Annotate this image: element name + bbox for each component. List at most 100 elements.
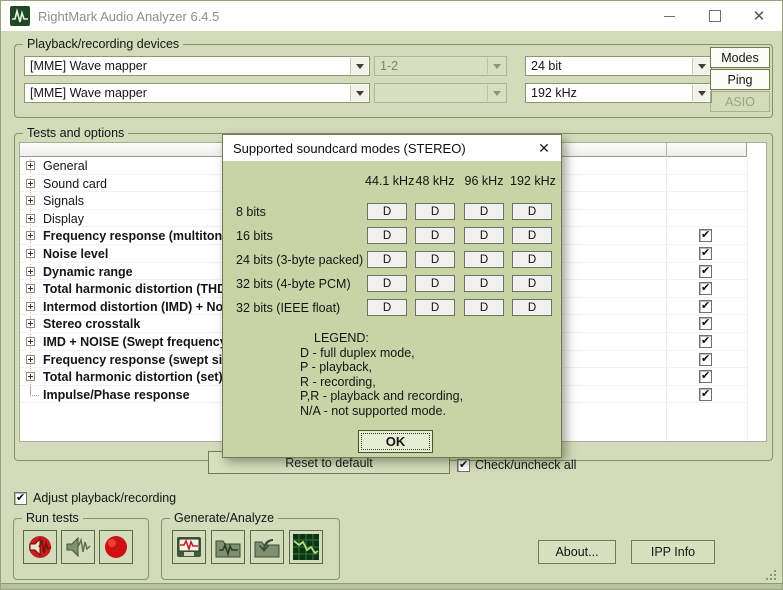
modes-button[interactable]: Modes: [710, 47, 770, 68]
legend-line: LEGEND:: [314, 331, 369, 345]
mode-cell-button[interactable]: D: [464, 299, 504, 316]
bit-depth-select[interactable]: 24 bit: [525, 56, 712, 76]
expand-plus-icon[interactable]: [26, 213, 35, 223]
expand-plus-icon[interactable]: [26, 284, 35, 294]
playback-channels-value: 1-2: [380, 59, 399, 73]
mode-cell-button[interactable]: D: [367, 251, 407, 268]
chevron-down-icon[interactable]: [692, 58, 710, 74]
record-button[interactable]: [99, 530, 133, 564]
legend-line: P - playback,: [300, 360, 373, 375]
chevron-down-icon[interactable]: [350, 85, 368, 101]
test-label: Frequency response (swept sine): [43, 352, 241, 367]
bit-depth-row-label: 16 bits: [236, 229, 273, 243]
test-enabled-checkbox[interactable]: [699, 370, 712, 384]
mode-cell-button[interactable]: D: [512, 275, 552, 292]
check-uncheck-all-checkbox[interactable]: [457, 459, 470, 472]
tests-group-label: Tests and options: [23, 126, 129, 140]
expand-plus-icon[interactable]: [26, 301, 35, 311]
mode-cell-button[interactable]: D: [512, 251, 552, 268]
window-bottom-edge: [1, 583, 782, 589]
resize-grip[interactable]: [765, 570, 777, 582]
mode-cell-button[interactable]: D: [415, 275, 455, 292]
ok-button[interactable]: OK: [358, 430, 433, 453]
test-enabled-checkbox[interactable]: [699, 247, 712, 260]
expand-plus-icon[interactable]: [26, 372, 35, 382]
test-enabled-checkbox[interactable]: [699, 352, 712, 366]
ipp-info-button[interactable]: IPP Info: [631, 540, 715, 564]
maximize-icon: [709, 10, 721, 22]
play-test-signal-button[interactable]: [61, 530, 95, 564]
mode-cell-button[interactable]: D: [512, 227, 552, 244]
expand-plus-icon[interactable]: [26, 266, 35, 276]
test-enabled-checkbox[interactable]: [699, 335, 712, 348]
expand-plus-icon[interactable]: [26, 354, 35, 364]
run-tests-group-label: Run tests: [22, 511, 83, 525]
mode-cell-button[interactable]: D: [415, 227, 455, 244]
test-enabled-checkbox[interactable]: [699, 264, 712, 278]
header-column-divider: [666, 143, 667, 157]
green-speaker-icon: [66, 536, 91, 558]
window-title: RightMark Audio Analyzer 6.4.5: [38, 9, 220, 24]
mode-cell-button[interactable]: D: [415, 299, 455, 316]
mode-cell-button[interactable]: D: [415, 203, 455, 220]
chevron-down-icon[interactable]: [350, 58, 368, 74]
expand-plus-icon[interactable]: [26, 178, 35, 188]
expand-plus-icon[interactable]: [26, 249, 35, 258]
sample-rate-select[interactable]: 192 kHz: [525, 83, 712, 103]
list-right-divider: [747, 157, 748, 441]
check-uncheck-all-label: Check/uncheck all: [475, 458, 577, 472]
expand-plus-icon[interactable]: [26, 337, 35, 346]
legend-line: P,R - playback and recording,: [300, 389, 464, 404]
test-label: Noise level: [43, 247, 109, 261]
mode-cell-button[interactable]: D: [464, 203, 504, 220]
mode-cell-button[interactable]: D: [512, 299, 552, 316]
mode-cell-button[interactable]: D: [464, 275, 504, 292]
test-label: Stereo crosstalk: [43, 317, 141, 332]
analyze-wav-button[interactable]: [211, 530, 245, 564]
mode-cell-button[interactable]: D: [367, 299, 407, 316]
recording-device-select[interactable]: [MME] Wave mapper: [24, 83, 370, 103]
mode-cell-button[interactable]: D: [367, 203, 407, 220]
minimize-button[interactable]: [651, 1, 687, 31]
load-file-button[interactable]: [250, 530, 284, 564]
expand-plus-icon[interactable]: [26, 196, 35, 206]
test-label: General: [43, 159, 88, 173]
expand-plus-icon[interactable]: [26, 319, 35, 329]
sample-rate-value: 192 kHz: [531, 86, 577, 100]
ping-button[interactable]: Ping: [710, 69, 770, 90]
test-playback-recording-button[interactable]: [23, 530, 57, 564]
sample-rate-column-header: 44.1 kHz: [365, 174, 415, 188]
test-enabled-checkbox[interactable]: [699, 317, 712, 331]
test-enabled-checkbox[interactable]: [699, 282, 712, 296]
dialog-body: 44.1 kHz 48 kHz 96 kHz 192 kHz 8 bits D D D D 16 …: [223, 161, 561, 457]
chevron-down-icon[interactable]: [692, 85, 710, 101]
playback-device-select[interactable]: [MME] Wave mapper: [24, 56, 370, 76]
maximize-button[interactable]: [697, 1, 733, 31]
mode-cell-button[interactable]: D: [464, 227, 504, 244]
mode-cell-button[interactable]: D: [367, 275, 407, 292]
dialog-close-button[interactable]: ✕: [527, 135, 561, 161]
legend-block: LEGEND: D - full duplex mode, P - playback…: [300, 331, 463, 419]
expand-plus-icon[interactable]: [26, 161, 35, 170]
spectrum-analysis-button[interactable]: [289, 530, 323, 564]
mode-cell-button[interactable]: D: [464, 251, 504, 268]
playback-device-value: [MME] Wave mapper: [30, 59, 147, 73]
close-icon: ✕: [538, 139, 550, 156]
mode-cell-button[interactable]: D: [367, 227, 407, 244]
adjust-playback-checkbox[interactable]: [14, 492, 27, 505]
close-icon: ✕: [752, 7, 766, 25]
legend-line: R - recording,: [300, 374, 376, 389]
ipp-info-button-label: IPP Info: [650, 545, 696, 559]
expand-plus-icon[interactable]: [26, 231, 35, 241]
mode-cell-button[interactable]: D: [415, 251, 455, 268]
generate-wav-button[interactable]: [172, 530, 206, 564]
test-enabled-checkbox[interactable]: [699, 229, 712, 243]
mode-cell-button[interactable]: D: [512, 203, 552, 220]
devices-group: Playback/recording devices [MME] Wave ma…: [14, 37, 773, 118]
test-enabled-checkbox[interactable]: [699, 299, 712, 313]
test-enabled-checkbox[interactable]: [699, 387, 712, 401]
bit-depth-value: 24 bit: [531, 59, 562, 73]
asio-button-label: ASIO: [725, 94, 755, 109]
close-button[interactable]: ✕: [741, 1, 777, 31]
about-button[interactable]: About...: [538, 540, 616, 564]
